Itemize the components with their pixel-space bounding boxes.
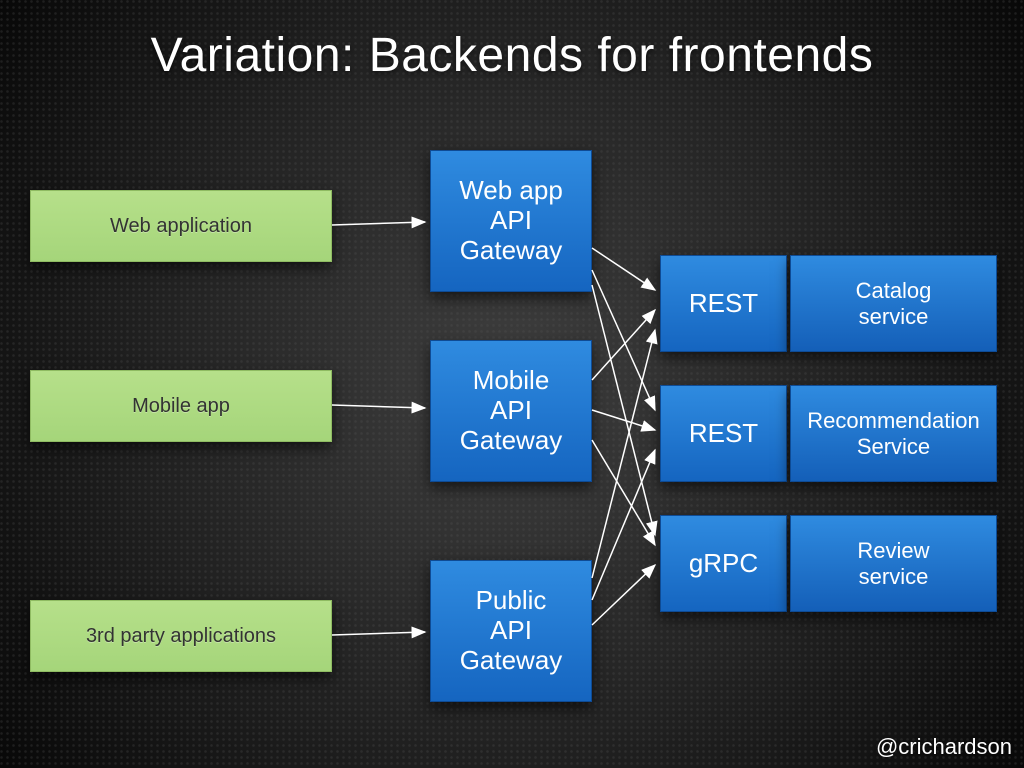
arrow-web-to-catalog (592, 248, 655, 290)
client-label: Mobile app (132, 395, 230, 418)
gateway-label: Public API Gateway (460, 586, 563, 676)
client-label: Web application (110, 215, 252, 238)
arrow-web-to-recommendation (592, 270, 655, 410)
protocol-review: gRPC (660, 515, 787, 612)
arrow-public-to-catalog (592, 330, 655, 578)
slide-canvas: Variation: Backends for frontends Web ap… (0, 0, 1024, 768)
client-label: 3rd party applications (86, 625, 276, 648)
gateway-web-app: Web app API Gateway (430, 150, 592, 292)
arrow-client-3rd-to-gateway (332, 632, 425, 635)
arrow-client-web-to-gateway (332, 222, 425, 225)
protocol-recommendation: REST (660, 385, 787, 482)
service-label: Catalog service (856, 278, 932, 329)
client-web-application: Web application (30, 190, 332, 262)
gateway-mobile: Mobile API Gateway (430, 340, 592, 482)
client-3rd-party: 3rd party applications (30, 600, 332, 672)
arrow-web-to-review (592, 285, 655, 535)
author-handle: @crichardson (876, 734, 1012, 760)
service-recommendation: Recommendation Service (790, 385, 997, 482)
arrow-client-mobile-to-gateway (332, 405, 425, 408)
service-label: Recommendation Service (807, 408, 979, 459)
protocol-label: REST (689, 419, 758, 449)
arrow-mobile-to-recommendation (592, 410, 655, 430)
gateway-label: Web app API Gateway (459, 176, 563, 266)
protocol-label: REST (689, 289, 758, 319)
arrow-public-to-recommendation (592, 450, 655, 600)
arrow-mobile-to-review (592, 440, 655, 545)
arrow-mobile-to-catalog (592, 310, 655, 380)
slide-title: Variation: Backends for frontends (0, 28, 1024, 83)
gateway-public: Public API Gateway (430, 560, 592, 702)
gateway-label: Mobile API Gateway (460, 366, 563, 456)
arrow-public-to-review (592, 565, 655, 625)
service-review: Review service (790, 515, 997, 612)
protocol-catalog: REST (660, 255, 787, 352)
client-mobile-app: Mobile app (30, 370, 332, 442)
service-catalog: Catalog service (790, 255, 997, 352)
protocol-label: gRPC (689, 549, 758, 579)
service-label: Review service (857, 538, 929, 589)
